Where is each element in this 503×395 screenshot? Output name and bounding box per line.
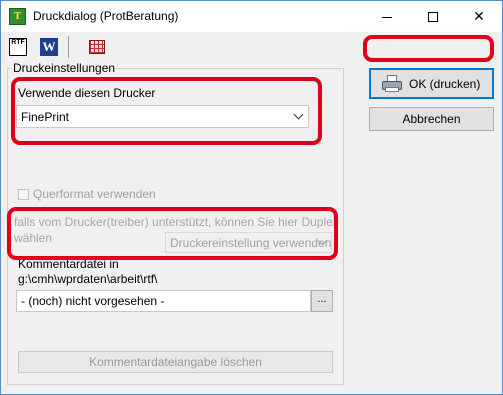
highlight-printer-box bbox=[11, 77, 322, 145]
browse-button[interactable]: ... bbox=[311, 290, 333, 312]
ok-button-label: OK (drucken) bbox=[409, 77, 481, 91]
maximize-icon bbox=[428, 12, 438, 23]
comment-file-label: Kommentardatei in g:\cmh\wprdaten\arbeit… bbox=[18, 257, 157, 287]
window-title: Druckdialog (ProtBeratung) bbox=[33, 9, 179, 23]
word-icon[interactable]: W bbox=[40, 38, 58, 56]
app-icon: T bbox=[9, 8, 26, 25]
ok-print-button[interactable]: OK (drucken) bbox=[369, 68, 494, 99]
comment-file-value: - (noch) nicht vorgesehen - bbox=[21, 294, 165, 308]
comment-file-input[interactable]: - (noch) nicht vorgesehen - bbox=[16, 290, 311, 312]
highlight-duplex-box bbox=[7, 207, 338, 260]
group-legend: Druckeinstellungen bbox=[12, 61, 117, 75]
rtf-icon[interactable]: RTF bbox=[9, 38, 27, 56]
close-button[interactable]: ✕ bbox=[456, 1, 502, 32]
maximize-button[interactable] bbox=[410, 1, 456, 32]
close-icon: ✕ bbox=[473, 8, 485, 24]
title-bar[interactable]: T Druckdialog (ProtBeratung) ✕ bbox=[1, 1, 502, 32]
print-dialog-window: T Druckdialog (ProtBeratung) ✕ RTF W Dru… bbox=[0, 0, 503, 395]
toolbar-separator bbox=[68, 36, 69, 58]
minimize-button[interactable] bbox=[364, 1, 410, 32]
table-grid-icon[interactable] bbox=[89, 40, 105, 54]
landscape-label: Querformat verwenden bbox=[33, 187, 156, 201]
clear-comment-file-button[interactable]: Kommentardateiangabe löschen bbox=[18, 351, 333, 373]
cancel-button[interactable]: Abbrechen bbox=[369, 107, 494, 131]
landscape-checkbox[interactable] bbox=[18, 189, 29, 200]
minimize-icon bbox=[382, 16, 392, 18]
comment-label-path: g:\cmh\wprdaten\arbeit\rtf\ bbox=[18, 272, 158, 286]
printer-icon bbox=[381, 75, 403, 93]
highlight-empty-box bbox=[363, 35, 494, 62]
